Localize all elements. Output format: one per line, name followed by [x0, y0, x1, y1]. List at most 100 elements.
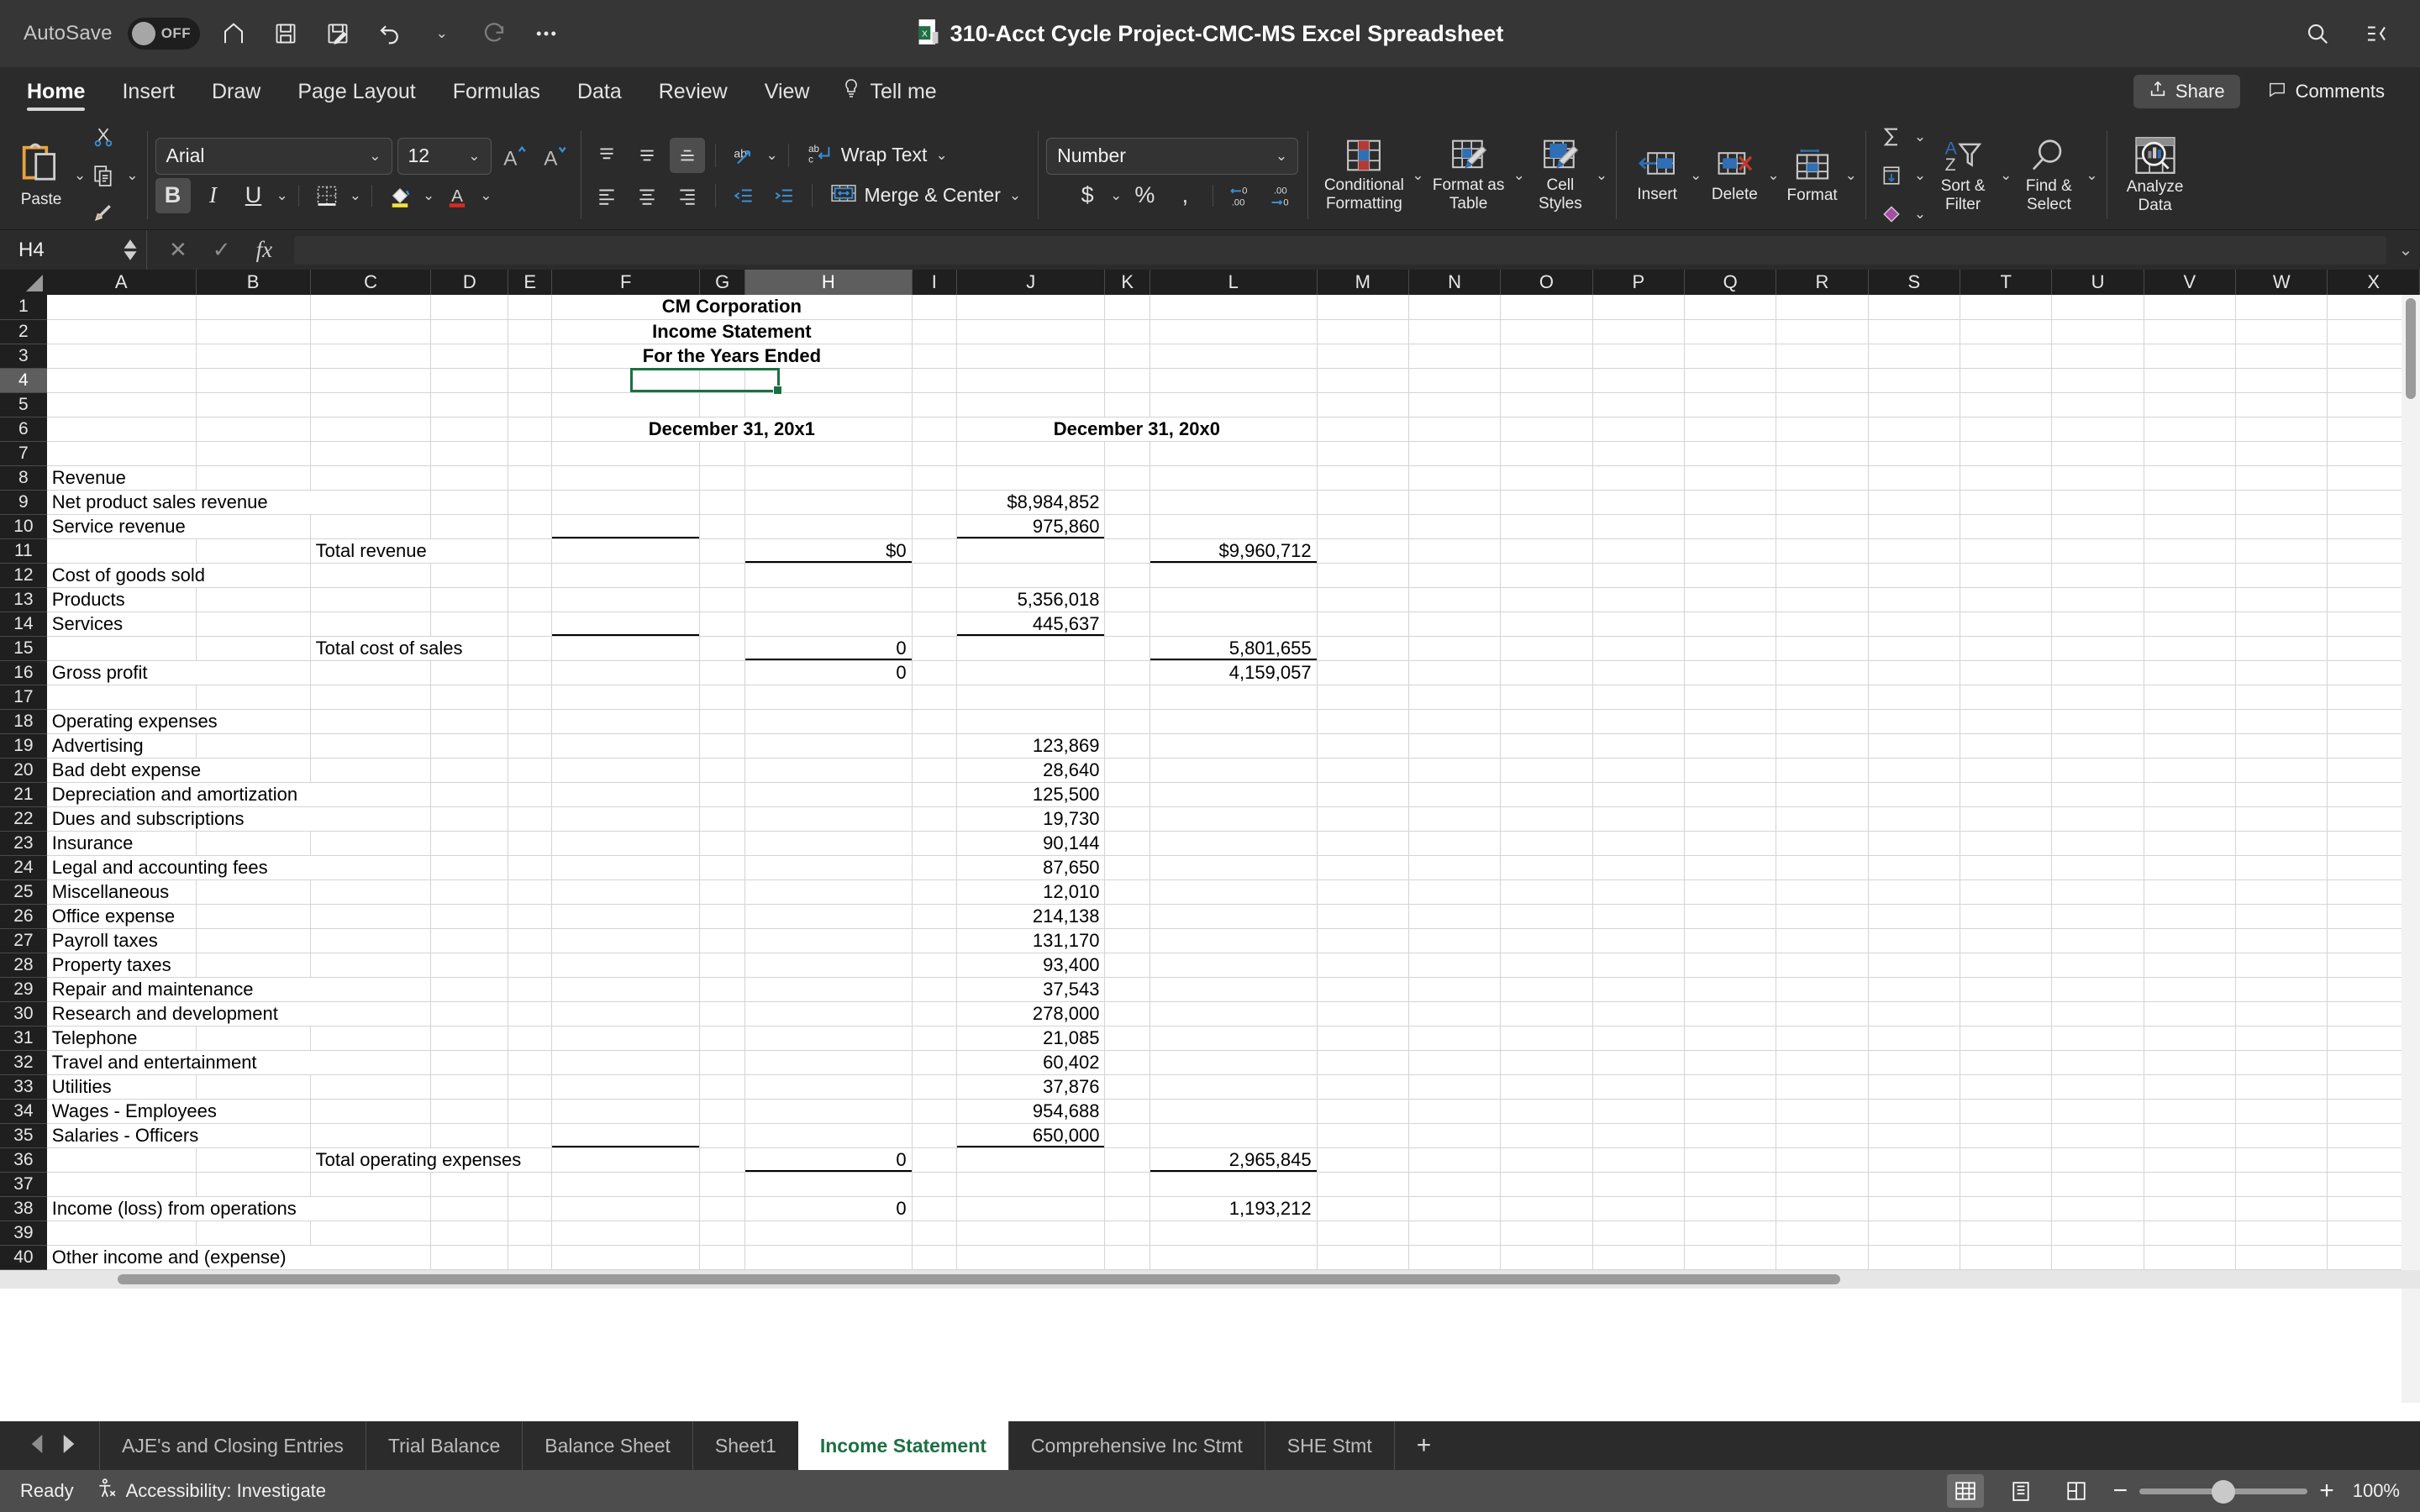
row-header-22[interactable]: 22 [0, 806, 47, 832]
cell-M40[interactable] [1317, 1245, 1409, 1270]
cell-Q33[interactable] [1684, 1074, 1777, 1100]
cell-U3[interactable] [2051, 344, 2144, 369]
cell-C33[interactable] [310, 1074, 432, 1100]
cell-H20[interactable] [744, 758, 913, 783]
cell-O29[interactable] [1500, 977, 1593, 1002]
cell-J40[interactable] [956, 1245, 1106, 1270]
cell-M16[interactable] [1317, 660, 1409, 685]
cell-B36[interactable] [196, 1147, 311, 1173]
cell-U36[interactable] [2051, 1147, 2144, 1173]
cell-H24[interactable] [744, 855, 913, 880]
cell-E29[interactable] [508, 977, 553, 1002]
cell-U40[interactable] [2051, 1245, 2144, 1270]
cell-M28[interactable] [1317, 953, 1409, 978]
cell-P14[interactable] [1592, 612, 1685, 637]
cell-O31[interactable] [1500, 1026, 1593, 1051]
cell-N20[interactable] [1408, 758, 1502, 783]
cell-A7[interactable] [46, 441, 197, 466]
cell-K4[interactable] [1104, 368, 1150, 393]
cell-A13[interactable]: Products [46, 587, 197, 612]
cell-N17[interactable] [1408, 685, 1502, 710]
cell-W26[interactable] [2235, 904, 2328, 929]
cell-W39[interactable] [2235, 1221, 2328, 1246]
cell-E16[interactable] [508, 660, 553, 685]
cell-J13[interactable]: 5,356,018 [956, 587, 1106, 612]
cell-C25[interactable] [310, 879, 432, 905]
cell-O21[interactable] [1500, 782, 1593, 807]
cell-R7[interactable] [1776, 441, 1869, 466]
cell-H27[interactable] [744, 928, 913, 953]
format-dropdown-icon[interactable]: ⌄ [1845, 167, 1857, 184]
cell-D31[interactable] [430, 1026, 509, 1051]
cell-V27[interactable] [2144, 928, 2237, 953]
cell-H38[interactable]: 0 [744, 1196, 913, 1221]
cell-O23[interactable] [1500, 831, 1593, 856]
cell-S20[interactable] [1868, 758, 1961, 783]
cell-F12[interactable] [551, 563, 701, 588]
align-center-icon[interactable] [629, 178, 665, 213]
cell-D16[interactable] [430, 660, 509, 685]
row-header-20[interactable]: 20 [0, 758, 47, 783]
percent-icon[interactable]: % [1127, 178, 1162, 213]
cell-Q16[interactable] [1684, 660, 1777, 685]
cell-P31[interactable] [1592, 1026, 1685, 1051]
cell-L10[interactable] [1150, 514, 1318, 539]
cell-P24[interactable] [1592, 855, 1685, 880]
cell-R27[interactable] [1776, 928, 1869, 953]
cell-G26[interactable] [699, 904, 745, 929]
cell-O12[interactable] [1500, 563, 1593, 588]
cell-I1[interactable] [912, 295, 958, 320]
cell-L21[interactable] [1150, 782, 1318, 807]
cell-Q40[interactable] [1684, 1245, 1777, 1270]
cell-W6[interactable] [2235, 417, 2328, 442]
cell-V4[interactable] [2144, 368, 2237, 393]
cell-G23[interactable] [699, 831, 745, 856]
cell-B2[interactable] [196, 319, 311, 344]
cell-H21[interactable] [744, 782, 913, 807]
cell-F26[interactable] [551, 904, 701, 929]
cell-K2[interactable] [1104, 319, 1150, 344]
sheet-tab-comprehensive-inc-stmt[interactable]: Comprehensive Inc Stmt [1007, 1421, 1265, 1470]
cell-J7[interactable] [956, 441, 1106, 466]
cell-I34[interactable] [912, 1099, 958, 1124]
cell-L17[interactable] [1150, 685, 1318, 710]
cell-U14[interactable] [2051, 612, 2144, 637]
cell-O6[interactable] [1500, 417, 1593, 442]
cell-E22[interactable] [508, 806, 553, 832]
cell-J22[interactable]: 19,730 [956, 806, 1106, 832]
cell-F13[interactable] [551, 587, 701, 612]
cell-G30[interactable] [699, 1001, 745, 1026]
cell-F28[interactable] [551, 953, 701, 978]
cell-G38[interactable] [699, 1196, 745, 1221]
cell-T24[interactable] [1960, 855, 2053, 880]
cell-E7[interactable] [508, 441, 553, 466]
cell-R26[interactable] [1776, 904, 1869, 929]
cell-Q30[interactable] [1684, 1001, 1777, 1026]
column-header-k[interactable]: K [1104, 270, 1150, 295]
cell-G13[interactable] [699, 587, 745, 612]
cell-R38[interactable] [1776, 1196, 1869, 1221]
cell-P6[interactable] [1592, 417, 1685, 442]
cell-G32[interactable] [699, 1050, 745, 1075]
cell-F18[interactable] [551, 709, 701, 734]
cell-V38[interactable] [2144, 1196, 2237, 1221]
cell-V5[interactable] [2144, 392, 2237, 417]
cell-R31[interactable] [1776, 1026, 1869, 1051]
cell-R23[interactable] [1776, 831, 1869, 856]
column-header-l[interactable]: L [1150, 270, 1318, 295]
cell-C19[interactable] [310, 733, 432, 759]
row-header-5[interactable]: 5 [0, 392, 47, 417]
cell-O10[interactable] [1500, 514, 1593, 539]
cell-R21[interactable] [1776, 782, 1869, 807]
cell-S13[interactable] [1868, 587, 1961, 612]
column-header-m[interactable]: M [1317, 270, 1409, 295]
cell-A24[interactable]: Legal and accounting fees [46, 855, 432, 880]
cell-A31[interactable]: Telephone [46, 1026, 197, 1051]
column-header-b[interactable]: B [196, 270, 311, 295]
cell-T38[interactable] [1960, 1196, 2053, 1221]
cell-G15[interactable] [699, 636, 745, 661]
cell-V24[interactable] [2144, 855, 2237, 880]
cell-N10[interactable] [1408, 514, 1502, 539]
search-icon[interactable] [2299, 15, 2336, 52]
cell-J25[interactable]: 12,010 [956, 879, 1106, 905]
